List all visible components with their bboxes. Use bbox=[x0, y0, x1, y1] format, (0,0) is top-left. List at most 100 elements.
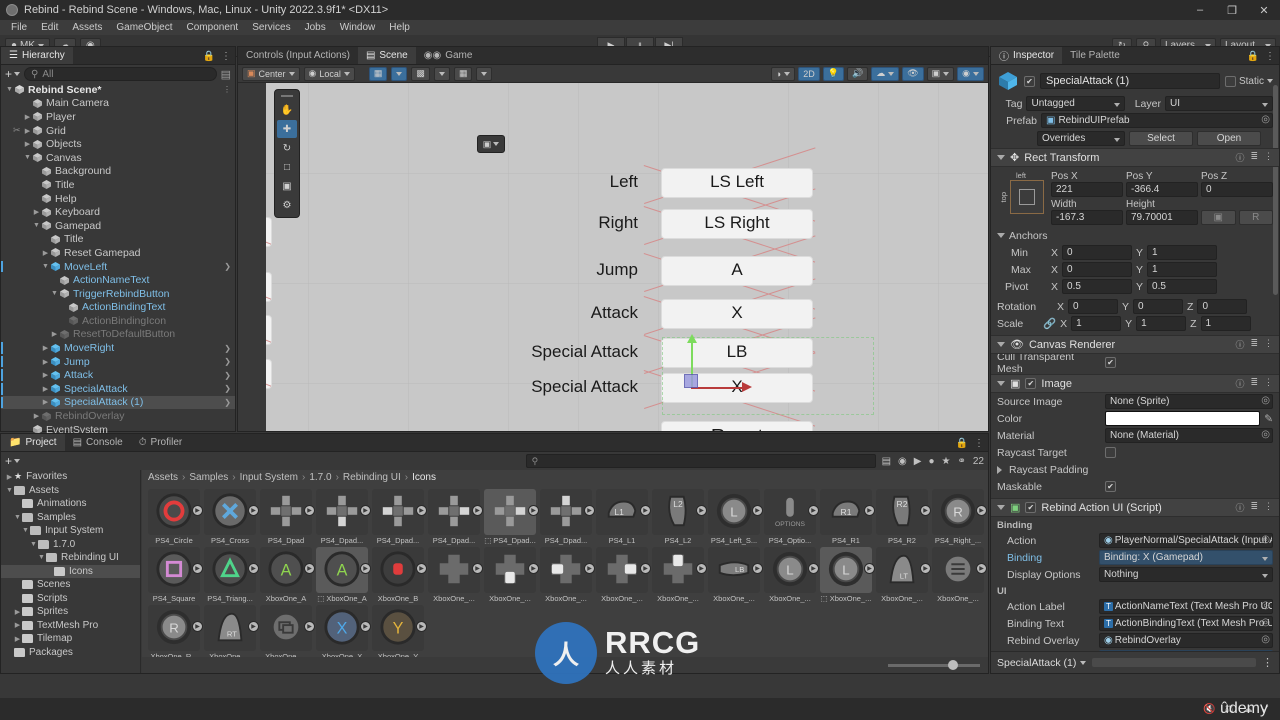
asset-item[interactable]: OPTIONS ▶ PS4_Optio... bbox=[764, 489, 819, 545]
hierarchy-row[interactable]: ▶ SpecialAttack (1) ❯ bbox=[1, 395, 235, 410]
project-tree-row[interactable]: ▼ Assets bbox=[1, 484, 140, 498]
preset-icon[interactable]: ≣ bbox=[1250, 501, 1258, 514]
asset-thumbnail[interactable]: L ▶ bbox=[764, 547, 819, 593]
audio-toggle[interactable]: 🔊 bbox=[846, 66, 869, 81]
prefab-open-button[interactable]: Open bbox=[1197, 131, 1261, 146]
rot-z-input[interactable]: 0 bbox=[1197, 299, 1248, 314]
help-icon[interactable]: ⓘ bbox=[1235, 338, 1244, 351]
hierarchy-row[interactable]: ActionBindingText bbox=[1, 301, 235, 315]
asset-expand-icon[interactable]: ▶ bbox=[584, 505, 595, 516]
foldout-icon[interactable] bbox=[997, 465, 1002, 474]
asset-item[interactable]: L1 ▶ PS4_L1 bbox=[596, 489, 651, 545]
anchor-preset-widget[interactable]: left top bbox=[997, 171, 1045, 225]
asset-expand-icon[interactable]: ▶ bbox=[472, 563, 483, 574]
anchors-foldout[interactable]: Anchors bbox=[991, 227, 1279, 244]
asset-expand-icon[interactable]: ▶ bbox=[752, 505, 763, 516]
asset-item[interactable]: ▶ PS4_Dpad... bbox=[372, 489, 427, 545]
kebab-menu-icon[interactable]: ⋮ bbox=[1264, 151, 1273, 164]
anchor-max-y-input[interactable]: 1 bbox=[1147, 262, 1218, 277]
asset-expand-icon[interactable]: ▶ bbox=[696, 505, 707, 516]
close-button[interactable]: ✕ bbox=[1248, 0, 1280, 20]
kebab-menu-icon[interactable]: ⋮ bbox=[974, 438, 984, 449]
maskable-checkbox[interactable] bbox=[1105, 481, 1116, 492]
chevron-right-icon[interactable]: ▶ bbox=[50, 330, 59, 338]
hierarchy-row[interactable]: Background bbox=[1, 165, 235, 179]
hierarchy-row[interactable]: ▼ Rebind Scene* ⋮ bbox=[1, 83, 235, 97]
kebab-menu-icon[interactable]: ⋮ bbox=[221, 51, 231, 62]
asset-thumbnail[interactable]: R2 ▶ bbox=[876, 489, 931, 535]
asset-item[interactable]: L ▶ XboxOne_... bbox=[764, 547, 819, 603]
asset-item[interactable]: ▶ XboxOne_... bbox=[652, 547, 707, 603]
asset-expand-icon[interactable]: ▶ bbox=[640, 563, 651, 574]
chevron-right-icon[interactable]: ▶ bbox=[41, 249, 50, 257]
preset-icon[interactable]: ≣ bbox=[1250, 151, 1258, 164]
asset-expand-icon[interactable]: ▶ bbox=[416, 563, 427, 574]
chevron-right-icon[interactable]: ❯ bbox=[224, 357, 231, 366]
breadcrumb-item[interactable]: Input System bbox=[240, 472, 298, 483]
chevron-right-icon[interactable]: ▶ bbox=[5, 473, 14, 481]
asset-thumbnail[interactable]: A ▶ bbox=[316, 547, 371, 593]
scene-custom-tool-dropdown[interactable]: ▣ bbox=[477, 135, 505, 153]
rotate-tool-icon[interactable]: ↻ bbox=[277, 139, 297, 157]
chevron-down-icon[interactable]: ▼ bbox=[5, 487, 14, 494]
lock-icon[interactable]: 🔒 bbox=[1247, 51, 1259, 62]
height-input[interactable]: 79.70001 bbox=[1126, 210, 1198, 225]
project-tree-row[interactable]: ▼ Input System bbox=[1, 524, 140, 538]
image-material-field[interactable]: None (Material) bbox=[1105, 428, 1273, 443]
hierarchy-row[interactable]: ▼ TriggerRebindButton bbox=[1, 287, 235, 301]
project-add-button[interactable]: + bbox=[5, 454, 21, 468]
pivot-toggle[interactable]: ▣ Center bbox=[242, 66, 300, 81]
preset-icon[interactable]: ≣ bbox=[1250, 338, 1258, 351]
asset-expand-icon[interactable]: ▶ bbox=[808, 505, 819, 516]
asset-item[interactable]: X ▶ XboxOne_X bbox=[316, 605, 371, 657]
filter-favorites-icon[interactable]: ● bbox=[928, 456, 934, 467]
asset-expand-icon[interactable]: ▶ bbox=[528, 563, 539, 574]
scene-visibility-toggle[interactable]: 👁 bbox=[902, 66, 924, 81]
scene-canvas[interactable]: Left LS Left Right LS Right Jump A Attack X Spec… bbox=[238, 83, 988, 431]
raycast-target-checkbox[interactable] bbox=[1105, 447, 1116, 458]
star-icon[interactable]: ★ bbox=[942, 456, 951, 467]
asset-thumbnail[interactable]: L ▶ bbox=[820, 547, 875, 593]
asset-expand-icon[interactable]: ▶ bbox=[304, 505, 315, 516]
asset-item[interactable]: ▶ PS4_Dpad... bbox=[428, 489, 483, 545]
move-tool-icon[interactable]: ✚ bbox=[277, 120, 297, 138]
hierarchy-row[interactable]: Main Camera bbox=[1, 97, 235, 111]
help-icon[interactable]: ⓘ bbox=[1235, 377, 1244, 390]
preset-icon[interactable]: ≣ bbox=[1250, 377, 1258, 390]
hierarchy-row[interactable]: ▶ Keyboard bbox=[1, 205, 235, 219]
grid-snap-dropdown[interactable] bbox=[391, 66, 408, 81]
hierarchy-row[interactable]: ▼ MoveLeft ❯ bbox=[1, 260, 235, 274]
scale-link-icon[interactable]: 🔗 bbox=[1043, 317, 1056, 330]
asset-item[interactable]: LT ▶ XboxOne_... bbox=[876, 547, 931, 603]
project-tree-row[interactable]: Icons bbox=[1, 564, 140, 578]
prefab-object-field[interactable]: ▣ RebindUIPrefab bbox=[1041, 113, 1273, 128]
anchor-min-x-input[interactable]: 0 bbox=[1062, 245, 1133, 260]
hierarchy-row[interactable]: Title bbox=[1, 233, 235, 247]
asset-item[interactable]: ▶ PS4_Dpad... bbox=[316, 489, 371, 545]
asset-thumbnail[interactable]: ▶ bbox=[652, 547, 707, 593]
overrides-dropdown[interactable]: Overrides bbox=[1037, 131, 1125, 146]
asset-item[interactable]: L ▶ ⬚ XboxOne_... bbox=[820, 547, 875, 603]
rot-x-input[interactable]: 0 bbox=[1068, 299, 1119, 314]
kebab-menu-icon[interactable]: ⋮ bbox=[1264, 377, 1273, 390]
chevron-down-icon[interactable]: ▼ bbox=[50, 290, 59, 297]
asset-thumbnail[interactable]: L ▶ bbox=[708, 489, 763, 535]
asset-thumbnail[interactable]: A ▶ bbox=[260, 547, 315, 593]
asset-expand-icon[interactable]: ▶ bbox=[248, 563, 259, 574]
project-search-input[interactable]: ⚲ bbox=[525, 454, 876, 468]
foldout-icon[interactable] bbox=[997, 342, 1005, 347]
chevron-right-icon[interactable]: ❯ bbox=[224, 384, 231, 393]
asset-expand-icon[interactable]: ▶ bbox=[864, 505, 875, 516]
asset-item[interactable]: R ▶ PS4_Right_... bbox=[932, 489, 987, 545]
chevron-down-icon[interactable]: ▼ bbox=[13, 514, 22, 521]
menu-item-window[interactable]: Window bbox=[333, 20, 383, 35]
asset-expand-icon[interactable]: ▶ bbox=[304, 621, 315, 632]
asset-item[interactable]: A ▶ XboxOne_A bbox=[260, 547, 315, 603]
image-enabled-checkbox[interactable] bbox=[1025, 378, 1037, 389]
action-field[interactable]: ◉ PlayerNormal/SpecialAttack (Input A bbox=[1099, 533, 1273, 548]
asset-expand-icon[interactable]: ▶ bbox=[808, 563, 819, 574]
asset-item[interactable]: Y ▶ XboxOne_Y bbox=[372, 605, 427, 657]
width-input[interactable]: -167.3 bbox=[1051, 210, 1123, 225]
component-header-rect-transform[interactable]: ✥ Rect Transform ⓘ ≣ ⋮ bbox=[991, 148, 1279, 167]
hierarchy-row[interactable]: ✂ ▶ Grid bbox=[1, 124, 235, 138]
